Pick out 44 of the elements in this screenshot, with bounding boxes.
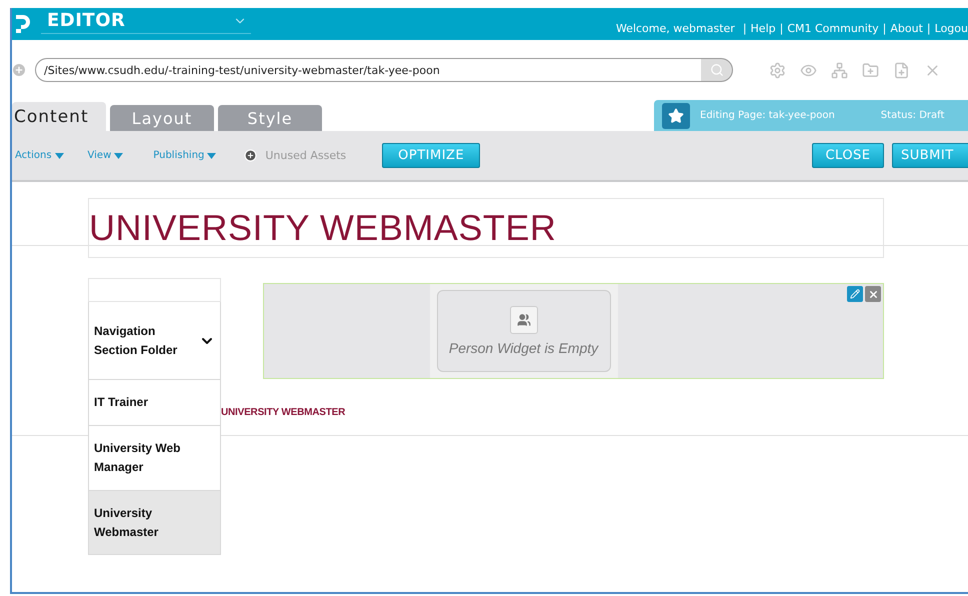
unused-assets-link[interactable]: Unused Assets — [265, 149, 346, 162]
separator: | — [742, 22, 747, 34]
pencil-icon — [850, 289, 860, 299]
separator: | — [882, 22, 886, 34]
header-link[interactable]: Help — [750, 22, 776, 34]
header-link[interactable]: About — [890, 22, 923, 34]
caret-icon — [54, 152, 64, 158]
star-glyph-icon — [668, 108, 684, 124]
nav-item[interactable]: University Webmaster — [88, 491, 221, 555]
remove-button[interactable] — [865, 286, 881, 302]
caret-icon — [207, 152, 216, 158]
menu-button[interactable]: View — [88, 150, 124, 161]
nav-item[interactable]: IT Trainer — [88, 380, 221, 426]
menu-button[interactable]: Actions — [15, 150, 64, 161]
nav-item[interactable]: University Web Manager — [88, 426, 221, 491]
page-plus-icon[interactable] — [893, 62, 910, 78]
header-link[interactable]: Logou — [934, 22, 968, 34]
nav-item[interactable]: Navigation Section Folder — [88, 302, 221, 380]
submit-button[interactable]: SUBMIT — [892, 143, 968, 168]
logo-icon — [15, 14, 31, 34]
people-glyph-icon — [516, 313, 530, 327]
tab[interactable]: Layout — [110, 105, 214, 131]
tab[interactable]: Style — [218, 105, 322, 131]
empty-message: Person Widget is Empty — [448, 340, 598, 356]
settings-icon[interactable] — [769, 62, 786, 78]
optimize-button[interactable]: OPTIMIZE — [382, 143, 480, 168]
add-icon[interactable] — [244, 149, 258, 162]
folder-plus-icon[interactable] — [862, 62, 879, 78]
editor-menu[interactable]: EDITOR — [41, 10, 251, 34]
editing-page-text: Editing Page: tak-yee-poon — [700, 110, 835, 121]
header-link[interactable]: CM1 Community — [787, 22, 879, 34]
separator: | — [926, 22, 931, 34]
status-text: Status: Draft — [880, 110, 944, 121]
close-icon — [868, 288, 878, 300]
welcome-text: Welcome, webmaster — [616, 22, 735, 34]
sitemap-icon[interactable] — [831, 62, 848, 78]
tab[interactable]: Content — [12, 102, 106, 131]
separator: | — [780, 22, 784, 34]
page-heading: UNIVERSITY WEBMASTER — [89, 206, 558, 249]
close-button[interactable]: CLOSE — [812, 143, 884, 168]
edit-button[interactable] — [847, 286, 863, 302]
breadcrumb: UNIVERSITY WEBMASTER — [221, 407, 346, 418]
menu-button[interactable]: Publishing — [153, 150, 216, 161]
caret-icon — [114, 152, 124, 158]
